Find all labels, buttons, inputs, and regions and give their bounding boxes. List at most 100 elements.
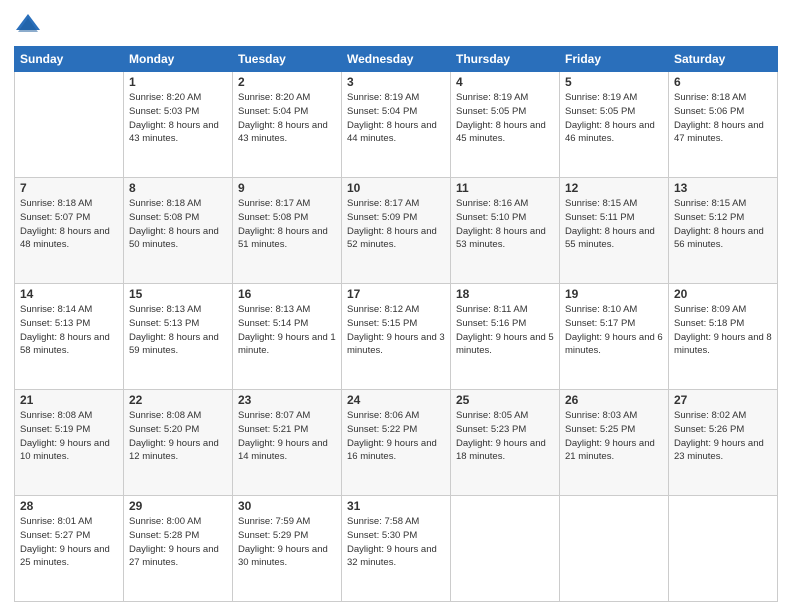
calendar-table: SundayMondayTuesdayWednesdayThursdayFrid… (14, 46, 778, 602)
day-number: 14 (20, 287, 118, 301)
day-number: 2 (238, 75, 336, 89)
day-info: Sunrise: 8:20 AMSunset: 5:03 PMDaylight:… (129, 91, 227, 146)
day-cell: 7 Sunrise: 8:18 AMSunset: 5:07 PMDaylight… (15, 178, 124, 284)
day-cell: 4Sunrise: 8:19 AMSunset: 5:05 PMDaylight… (451, 72, 560, 178)
day-info: Sunrise: 8:05 AMSunset: 5:23 PMDaylight:… (456, 409, 554, 464)
day-number: 12 (565, 181, 663, 195)
day-cell: 1 Sunrise: 8:20 AMSunset: 5:03 PMDaylight… (124, 72, 233, 178)
day-info: Sunrise: 8:16 AMSunset: 5:10 PMDaylight:… (456, 197, 554, 252)
day-info: Sunrise: 8:14 AMSunset: 5:13 PMDaylight:… (20, 303, 118, 358)
day-info: Sunrise: 8:18 AMSunset: 5:07 PMDaylight:… (20, 197, 118, 252)
day-cell: 20 Sunrise: 8:09 AMSunset: 5:18 PMDayligh… (669, 284, 778, 390)
day-cell (560, 496, 669, 602)
logo (14, 10, 46, 38)
day-cell: 29Sunrise: 8:00 AMSunset: 5:28 PMDayligh… (124, 496, 233, 602)
day-cell: 13 Sunrise: 8:15 AMSunset: 5:12 PMDayligh… (669, 178, 778, 284)
day-number: 15 (129, 287, 227, 301)
day-cell: 23 Sunrise: 8:07 AMSunset: 5:21 PMDayligh… (233, 390, 342, 496)
day-number: 18 (456, 287, 554, 301)
day-number: 19 (565, 287, 663, 301)
col-header-wednesday: Wednesday (342, 47, 451, 72)
day-number: 11 (456, 181, 554, 195)
day-cell: 11 Sunrise: 8:16 AMSunset: 5:10 PMDayligh… (451, 178, 560, 284)
day-info: Sunrise: 7:58 AMSunset: 5:30 PMDaylight:… (347, 515, 445, 570)
day-number: 27 (674, 393, 772, 407)
day-info: Sunrise: 8:17 AMSunset: 5:09 PMDaylight:… (347, 197, 445, 252)
day-cell: 19 Sunrise: 8:10 AMSunset: 5:17 PMDayligh… (560, 284, 669, 390)
day-cell: 17Sunrise: 8:12 AMSunset: 5:15 PMDayligh… (342, 284, 451, 390)
col-header-thursday: Thursday (451, 47, 560, 72)
day-number: 5 (565, 75, 663, 89)
day-cell: 28 Sunrise: 8:01 AMSunset: 5:27 PMDayligh… (15, 496, 124, 602)
day-info: Sunrise: 8:03 AMSunset: 5:25 PMDaylight:… (565, 409, 663, 464)
day-info: Sunrise: 8:10 AMSunset: 5:17 PMDaylight:… (565, 303, 663, 358)
header (14, 10, 778, 38)
day-cell: 25 Sunrise: 8:05 AMSunset: 5:23 PMDayligh… (451, 390, 560, 496)
day-info: Sunrise: 7:59 AMSunset: 5:29 PMDaylight:… (238, 515, 336, 570)
day-info: Sunrise: 8:19 AMSunset: 5:05 PMDaylight:… (565, 91, 663, 146)
day-info: Sunrise: 8:06 AMSunset: 5:22 PMDaylight:… (347, 409, 445, 464)
day-cell (451, 496, 560, 602)
day-cell: 12Sunrise: 8:15 AMSunset: 5:11 PMDayligh… (560, 178, 669, 284)
day-number: 20 (674, 287, 772, 301)
day-info: Sunrise: 8:20 AMSunset: 5:04 PMDaylight:… (238, 91, 336, 146)
day-info: Sunrise: 8:13 AMSunset: 5:13 PMDaylight:… (129, 303, 227, 358)
day-number: 1 (129, 75, 227, 89)
day-cell (15, 72, 124, 178)
day-cell: 6 Sunrise: 8:18 AMSunset: 5:06 PMDaylight… (669, 72, 778, 178)
day-cell: 5 Sunrise: 8:19 AMSunset: 5:05 PMDaylight… (560, 72, 669, 178)
day-cell: 21Sunrise: 8:08 AMSunset: 5:19 PMDayligh… (15, 390, 124, 496)
day-cell (669, 496, 778, 602)
day-cell: 30 Sunrise: 7:59 AMSunset: 5:29 PMDayligh… (233, 496, 342, 602)
day-number: 3 (347, 75, 445, 89)
day-number: 26 (565, 393, 663, 407)
day-number: 10 (347, 181, 445, 195)
day-number: 6 (674, 75, 772, 89)
day-cell: 26 Sunrise: 8:03 AMSunset: 5:25 PMDayligh… (560, 390, 669, 496)
day-number: 28 (20, 499, 118, 513)
page: SundayMondayTuesdayWednesdayThursdayFrid… (0, 0, 792, 612)
week-row-4: 21Sunrise: 8:08 AMSunset: 5:19 PMDayligh… (15, 390, 778, 496)
day-info: Sunrise: 8:19 AMSunset: 5:04 PMDaylight:… (347, 91, 445, 146)
day-cell: 15 Sunrise: 8:13 AMSunset: 5:13 PMDayligh… (124, 284, 233, 390)
day-info: Sunrise: 8:18 AMSunset: 5:06 PMDaylight:… (674, 91, 772, 146)
col-header-monday: Monday (124, 47, 233, 72)
logo-icon (14, 10, 42, 38)
day-info: Sunrise: 8:08 AMSunset: 5:20 PMDaylight:… (129, 409, 227, 464)
day-info: Sunrise: 8:01 AMSunset: 5:27 PMDaylight:… (20, 515, 118, 570)
day-info: Sunrise: 8:09 AMSunset: 5:18 PMDaylight:… (674, 303, 772, 358)
day-info: Sunrise: 8:19 AMSunset: 5:05 PMDaylight:… (456, 91, 554, 146)
day-number: 30 (238, 499, 336, 513)
day-number: 29 (129, 499, 227, 513)
day-cell: 27 Sunrise: 8:02 AMSunset: 5:26 PMDayligh… (669, 390, 778, 496)
day-info: Sunrise: 8:13 AMSunset: 5:14 PMDaylight:… (238, 303, 336, 358)
week-row-5: 28 Sunrise: 8:01 AMSunset: 5:27 PMDayligh… (15, 496, 778, 602)
day-cell: 9 Sunrise: 8:17 AMSunset: 5:08 PMDaylight… (233, 178, 342, 284)
day-cell: 31Sunrise: 7:58 AMSunset: 5:30 PMDayligh… (342, 496, 451, 602)
col-header-sunday: Sunday (15, 47, 124, 72)
day-cell: 14 Sunrise: 8:14 AMSunset: 5:13 PMDayligh… (15, 284, 124, 390)
col-header-tuesday: Tuesday (233, 47, 342, 72)
day-cell: 18Sunrise: 8:11 AMSunset: 5:16 PMDayligh… (451, 284, 560, 390)
day-cell: 10 Sunrise: 8:17 AMSunset: 5:09 PMDayligh… (342, 178, 451, 284)
week-row-3: 14 Sunrise: 8:14 AMSunset: 5:13 PMDayligh… (15, 284, 778, 390)
week-row-2: 7 Sunrise: 8:18 AMSunset: 5:07 PMDaylight… (15, 178, 778, 284)
day-cell: 3 Sunrise: 8:19 AMSunset: 5:04 PMDaylight… (342, 72, 451, 178)
day-number: 9 (238, 181, 336, 195)
day-info: Sunrise: 8:17 AMSunset: 5:08 PMDaylight:… (238, 197, 336, 252)
calendar-header-row: SundayMondayTuesdayWednesdayThursdayFrid… (15, 47, 778, 72)
day-info: Sunrise: 8:02 AMSunset: 5:26 PMDaylight:… (674, 409, 772, 464)
day-number: 21 (20, 393, 118, 407)
day-number: 13 (674, 181, 772, 195)
col-header-saturday: Saturday (669, 47, 778, 72)
day-number: 7 (20, 181, 118, 195)
day-number: 23 (238, 393, 336, 407)
day-cell: 8Sunrise: 8:18 AMSunset: 5:08 PMDaylight… (124, 178, 233, 284)
day-info: Sunrise: 8:07 AMSunset: 5:21 PMDaylight:… (238, 409, 336, 464)
day-info: Sunrise: 8:15 AMSunset: 5:12 PMDaylight:… (674, 197, 772, 252)
day-number: 25 (456, 393, 554, 407)
day-number: 16 (238, 287, 336, 301)
day-cell: 22Sunrise: 8:08 AMSunset: 5:20 PMDayligh… (124, 390, 233, 496)
day-cell: 2 Sunrise: 8:20 AMSunset: 5:04 PMDaylight… (233, 72, 342, 178)
day-number: 24 (347, 393, 445, 407)
